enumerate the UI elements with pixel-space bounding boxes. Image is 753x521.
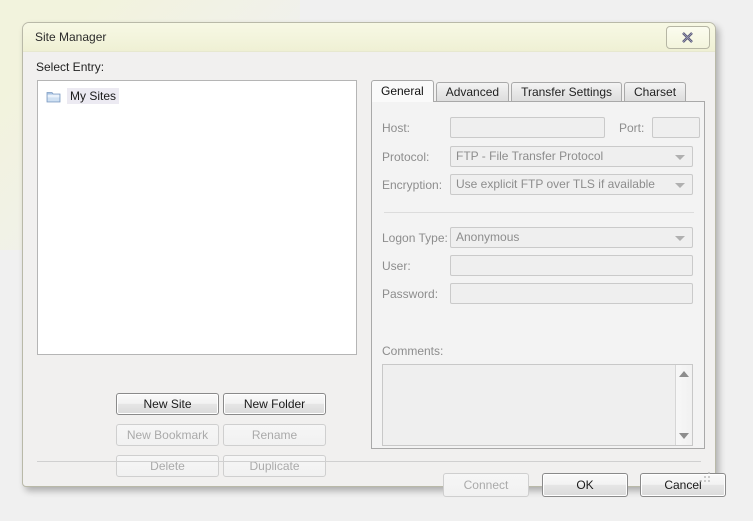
footer-divider [37, 461, 701, 462]
tab-advanced[interactable]: Advanced [435, 82, 510, 102]
protocol-value: FTP - File Transfer Protocol [456, 149, 604, 163]
protocol-select[interactable]: FTP - File Transfer Protocol [450, 146, 693, 167]
logon-type-label: Logon Type: [382, 230, 448, 245]
chevron-down-icon [675, 155, 685, 160]
port-label: Port: [619, 120, 645, 135]
tree-item-my-sites[interactable]: My Sites [46, 88, 120, 104]
cancel-button[interactable]: Cancel [640, 473, 726, 497]
tab-panel-general: Host: Port: Protocol: FTP - File Transfe… [371, 101, 705, 449]
logon-type-row: Logon Type: Anonymous [382, 227, 693, 248]
close-button[interactable] [666, 26, 710, 49]
delete-button[interactable]: Delete [116, 455, 219, 477]
folder-icon [46, 90, 61, 103]
encryption-select[interactable]: Use explicit FTP over TLS if available [450, 174, 693, 195]
password-row: Password: [382, 283, 693, 304]
site-manager-dialog: Site Manager Select Entry: My Sites New … [22, 22, 726, 497]
duplicate-button[interactable]: Duplicate [223, 455, 326, 477]
select-entry-label: Select Entry: [36, 60, 105, 74]
chevron-down-icon [675, 236, 685, 241]
user-label: User: [382, 258, 411, 273]
new-bookmark-button[interactable]: New Bookmark [116, 424, 219, 446]
scroll-down-arrow-icon[interactable] [679, 433, 689, 439]
encryption-label: Encryption: [382, 177, 443, 192]
encryption-value: Use explicit FTP over TLS if available [456, 177, 655, 191]
comments-label: Comments: [382, 344, 444, 358]
encryption-row: Encryption: Use explicit FTP over TLS if… [382, 174, 693, 195]
scroll-up-arrow-icon[interactable] [679, 371, 689, 377]
port-input[interactable] [652, 117, 701, 138]
dialog-client-area: Select Entry: My Sites New Site New Fold… [24, 52, 726, 497]
resize-grip[interactable] [698, 470, 710, 482]
tab-strip: General Advanced Transfer Settings Chars… [371, 80, 688, 102]
window-title: Site Manager [35, 30, 107, 44]
title-bar: Site Manager [23, 23, 715, 52]
ok-button[interactable]: OK [542, 473, 628, 497]
tab-charset[interactable]: Charset [624, 82, 687, 102]
connect-button[interactable]: Connect [443, 473, 529, 497]
new-site-button[interactable]: New Site [116, 393, 219, 415]
site-tree[interactable]: My Sites [37, 80, 357, 355]
logon-type-value: Anonymous [456, 230, 520, 244]
logon-type-select[interactable]: Anonymous [450, 227, 693, 248]
comments-textarea[interactable] [382, 364, 693, 446]
protocol-row: Protocol: FTP - File Transfer Protocol [382, 146, 693, 167]
host-label: Host: [382, 120, 411, 135]
section-divider [384, 212, 694, 213]
password-label: Password: [382, 286, 439, 301]
user-input[interactable] [450, 255, 693, 276]
protocol-label: Protocol: [382, 149, 430, 164]
tree-item-label: My Sites [67, 88, 120, 104]
host-row: Host: Port: [382, 117, 701, 138]
password-input[interactable] [450, 283, 693, 304]
tab-transfer-settings[interactable]: Transfer Settings [511, 82, 623, 102]
chevron-down-icon [675, 183, 685, 188]
user-row: User: [382, 255, 693, 276]
tab-general[interactable]: General [371, 80, 434, 102]
comments-scrollbar[interactable] [675, 365, 692, 445]
host-input[interactable] [450, 117, 605, 138]
new-folder-button[interactable]: New Folder [223, 393, 326, 415]
rename-button[interactable]: Rename [223, 424, 326, 446]
